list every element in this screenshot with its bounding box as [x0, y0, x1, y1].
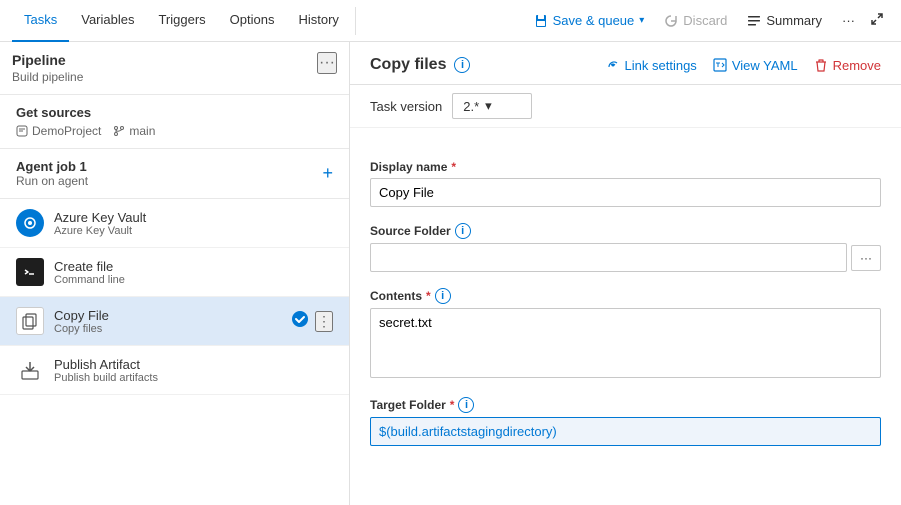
summary-button[interactable]: Summary — [737, 8, 832, 33]
task-item-azure-key-vault[interactable]: Azure Key Vault Azure Key Vault — [0, 199, 349, 248]
artifact-icon — [16, 356, 44, 384]
artifact-task-name: Publish Artifact — [54, 357, 333, 372]
view-yaml-button[interactable]: View YAML — [713, 58, 798, 73]
project-icon — [16, 125, 28, 137]
display-name-input[interactable] — [370, 178, 881, 207]
display-name-field: Display name * — [370, 160, 881, 207]
top-nav: Tasks Variables Triggers Options History… — [0, 0, 901, 42]
target-folder-label: Target Folder — [370, 398, 446, 412]
add-task-button[interactable]: + — [322, 163, 333, 184]
target-folder-field: Target Folder * i $(build.artifactstagin… — [370, 397, 881, 446]
discard-icon — [664, 14, 678, 28]
expand-icon — [870, 12, 884, 26]
createfile-task-subtitle: Command line — [54, 274, 333, 286]
link-icon — [606, 58, 620, 72]
save-queue-button[interactable]: Save & queue ▾ — [524, 8, 655, 33]
nav-divider — [355, 7, 356, 35]
artifact-task-subtitle: Publish build artifacts — [54, 372, 333, 384]
discard-button[interactable]: Discard — [654, 8, 737, 33]
ellipsis-icon: ··· — [842, 13, 855, 28]
right-panel-title-text: Copy files — [370, 56, 446, 74]
project-meta: DemoProject — [16, 124, 101, 138]
branch-meta: main — [113, 124, 155, 138]
keyvault-icon — [16, 209, 44, 237]
branch-icon — [113, 125, 125, 137]
right-panel: Copy files i Link settings View YAML Rem… — [350, 42, 901, 505]
pipeline-title: Pipeline — [12, 52, 83, 68]
task-version-select[interactable]: 2.* ▾ — [452, 93, 532, 119]
contents-input[interactable]: secret.txt — [370, 308, 881, 378]
source-folder-field: Source Folder i ··· — [370, 223, 881, 272]
more-button[interactable]: ··· — [832, 8, 865, 33]
keyvault-task-name: Azure Key Vault — [54, 210, 333, 225]
right-panel-body: Display name * Source Folder i ··· — [350, 144, 901, 478]
get-sources-title: Get sources — [16, 105, 333, 120]
tab-variables[interactable]: Variables — [69, 0, 146, 42]
title-info-icon[interactable]: i — [454, 57, 470, 73]
right-panel-header: Copy files i Link settings View YAML Rem… — [350, 42, 901, 85]
task-item-copy-file[interactable]: Copy File Copy files ⋮ — [0, 297, 349, 346]
task-version-row: Task version 2.* ▾ — [350, 85, 901, 128]
copyfile-task-name: Copy File — [54, 308, 281, 323]
main-layout: Pipeline Build pipeline ··· Get sources … — [0, 42, 901, 505]
version-chevron-icon: ▾ — [485, 98, 492, 114]
contents-info-icon[interactable]: i — [435, 288, 451, 304]
save-icon — [534, 14, 548, 28]
createfile-task-name: Create file — [54, 259, 333, 274]
copyfile-task-menu-button[interactable]: ⋮ — [315, 311, 333, 332]
link-settings-button[interactable]: Link settings — [606, 58, 697, 73]
yaml-icon — [713, 58, 727, 72]
cmdline-icon — [16, 258, 44, 286]
task-check-icon — [291, 310, 309, 333]
pipeline-subtitle: Build pipeline — [12, 70, 83, 84]
display-name-label: Display name — [370, 160, 447, 174]
save-dropdown-icon[interactable]: ▾ — [639, 15, 644, 26]
copyfile-task-subtitle: Copy files — [54, 323, 281, 335]
tab-triggers[interactable]: Triggers — [146, 0, 217, 42]
get-sources-section: Get sources DemoProject main — [0, 95, 349, 149]
source-folder-label: Source Folder — [370, 224, 451, 238]
copyfile-icon — [16, 307, 44, 335]
target-folder-required: * — [450, 398, 455, 412]
agent-job-subtitle: Run on agent — [16, 174, 88, 188]
task-version-value: 2.* — [463, 99, 479, 114]
task-version-label: Task version — [370, 99, 442, 114]
task-item-create-file[interactable]: Create file Command line — [0, 248, 349, 297]
source-folder-browse-button[interactable]: ··· — [851, 245, 881, 271]
contents-required: * — [426, 289, 431, 303]
tab-history[interactable]: History — [286, 0, 350, 42]
keyvault-task-subtitle: Azure Key Vault — [54, 225, 333, 237]
contents-field: Contents * i secret.txt — [370, 288, 881, 381]
remove-button[interactable]: Remove — [814, 58, 881, 73]
target-folder-info-icon[interactable]: i — [458, 397, 474, 413]
task-item-publish-artifact[interactable]: Publish Artifact Publish build artifacts — [0, 346, 349, 395]
agent-job-header: Agent job 1 Run on agent + — [0, 149, 349, 199]
tab-options[interactable]: Options — [218, 0, 287, 42]
target-folder-value: $(build.artifactstagingdirectory) — [370, 417, 881, 446]
contents-label: Contents — [370, 289, 422, 303]
pipeline-menu-button[interactable]: ··· — [317, 52, 337, 74]
pipeline-header: Pipeline Build pipeline ··· — [0, 42, 349, 95]
tab-tasks[interactable]: Tasks — [12, 0, 69, 42]
display-name-required: * — [451, 160, 456, 174]
source-folder-input[interactable] — [370, 243, 847, 272]
source-folder-info-icon[interactable]: i — [455, 223, 471, 239]
agent-job-title: Agent job 1 — [16, 159, 88, 174]
summary-icon — [747, 14, 761, 28]
sidebar: Pipeline Build pipeline ··· Get sources … — [0, 42, 350, 505]
expand-button[interactable] — [865, 7, 889, 34]
trash-icon — [814, 58, 828, 72]
